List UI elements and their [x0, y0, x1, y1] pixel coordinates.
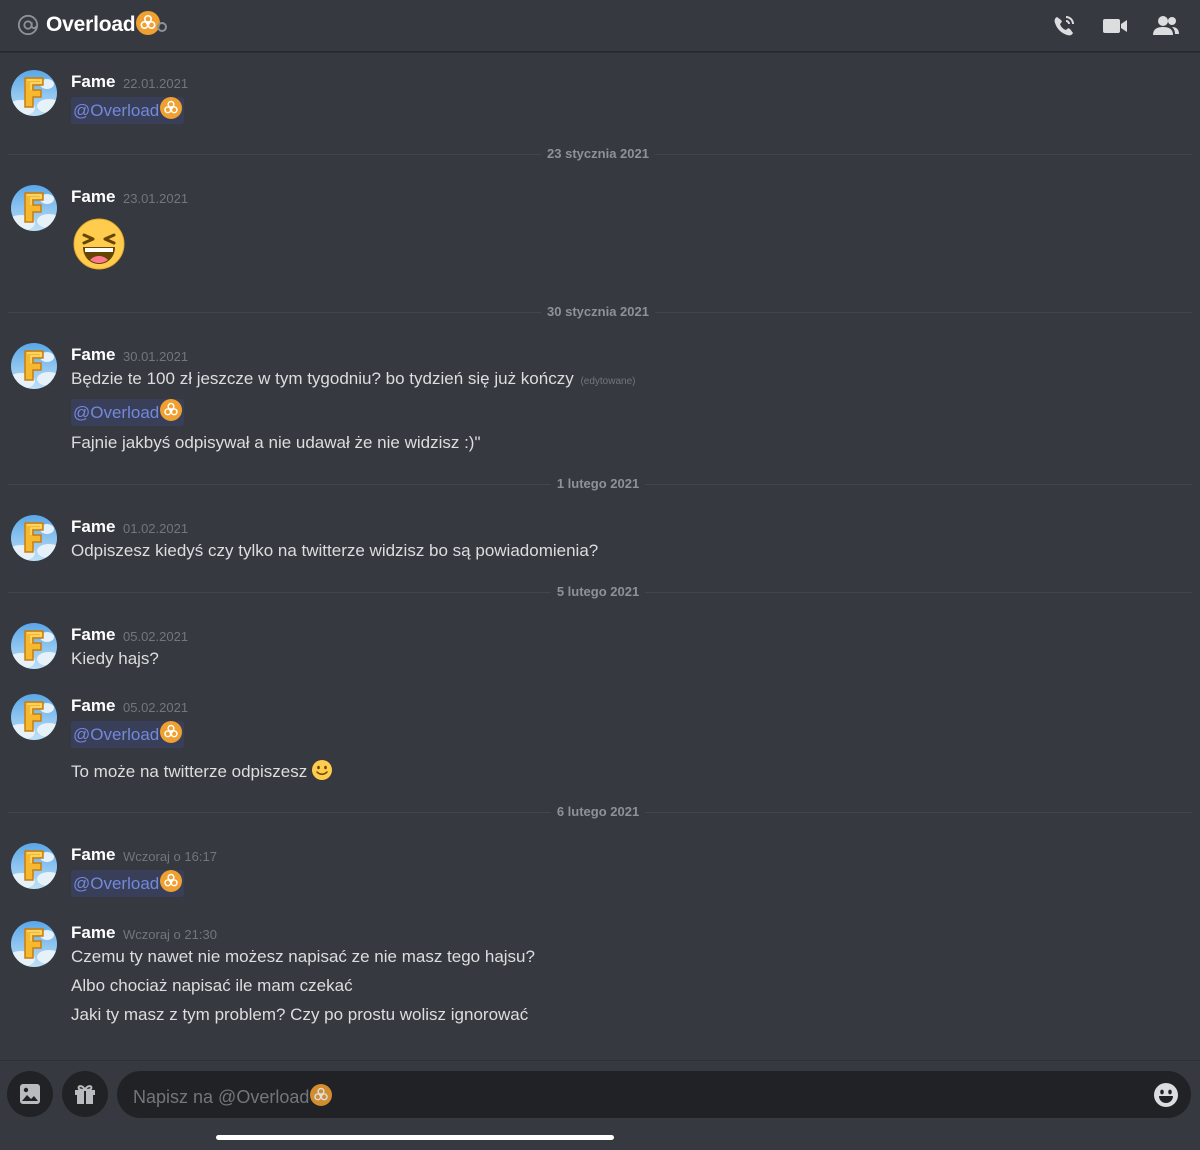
edited-label: (edytowane) [580, 376, 636, 387]
message-input-placeholder: Napisz na @Overload [133, 1084, 333, 1108]
offline-status-dot [157, 22, 167, 32]
message-text: Fajnie jakbyś odpisywał a nie udawał że … [71, 433, 481, 452]
at-icon [17, 14, 39, 36]
biohazard-icon [160, 399, 183, 421]
biohazard-icon [160, 97, 183, 119]
message-text: Kiedy hajs? [71, 649, 159, 668]
channel-title-text: Overload [46, 13, 136, 36]
date-divider-label: 1 lutego 2021 [550, 476, 646, 491]
date-divider-label: 23 stycznia 2021 [541, 146, 655, 161]
avatar[interactable] [11, 343, 57, 389]
message-timestamp: 01.02.2021 [123, 521, 189, 536]
message-author[interactable]: Fame [71, 625, 115, 645]
message-author[interactable]: Fame [71, 696, 115, 716]
home-indicator [216, 1135, 614, 1140]
date-divider-label: 5 lutego 2021 [550, 584, 646, 599]
user-mention[interactable]: @Overload [71, 399, 185, 426]
message-author[interactable]: Fame [71, 517, 115, 537]
message-author[interactable]: Fame [71, 923, 115, 943]
laughing-emoji-icon [73, 218, 125, 270]
avatar[interactable] [11, 921, 57, 967]
avatar[interactable] [11, 694, 57, 740]
message-author[interactable]: Fame [71, 845, 115, 865]
message-text: Będzie te 100 zł jeszcze w tym tygodniu?… [71, 369, 574, 388]
date-divider-label: 6 lutego 2021 [550, 804, 646, 819]
user-mention[interactable]: @Overload [71, 721, 185, 748]
phone-call-icon[interactable] [1051, 13, 1077, 39]
biohazard-icon [160, 870, 183, 892]
message-text: Jaki ty masz z tym problem? Czy po prost… [71, 1005, 529, 1024]
message-text: Czemu ty nawet nie możesz napisać ze nie… [71, 947, 535, 966]
date-divider-label: 30 stycznia 2021 [541, 304, 655, 319]
message-timestamp: 30.01.2021 [123, 349, 189, 364]
avatar[interactable] [11, 843, 57, 889]
message-text: Odpiszesz kiedyś czy tylko na twitterze … [71, 541, 599, 560]
message-text: To może na twitterze odpiszesz [71, 762, 308, 781]
message-timestamp: Wczoraj o 21:30 [123, 927, 217, 942]
upload-image-button[interactable] [7, 1071, 53, 1117]
biohazard-icon [136, 11, 161, 35]
message-author[interactable]: Fame [71, 187, 115, 207]
avatar[interactable] [11, 515, 57, 561]
message-author[interactable]: Fame [71, 345, 115, 365]
message-input[interactable]: Napisz na @Overload [117, 1071, 1191, 1118]
members-icon[interactable] [1152, 13, 1180, 39]
video-call-icon[interactable] [1102, 13, 1128, 39]
message-timestamp: 23.01.2021 [123, 191, 189, 206]
message-timestamp: 05.02.2021 [123, 629, 189, 644]
user-mention[interactable]: @Overload [71, 97, 185, 124]
biohazard-icon [310, 1084, 333, 1106]
channel-title: Overload [46, 11, 161, 37]
gift-button[interactable] [62, 1071, 108, 1117]
user-mention[interactable]: @Overload [71, 870, 185, 897]
slight-smile-emoji-icon [312, 760, 333, 780]
message-author[interactable]: Fame [71, 72, 115, 92]
avatar[interactable] [11, 185, 57, 231]
composer-divider [0, 1060, 1200, 1061]
message-timestamp: 22.01.2021 [123, 76, 189, 91]
avatar[interactable] [11, 70, 57, 116]
message-timestamp: 05.02.2021 [123, 700, 189, 715]
biohazard-icon [160, 721, 183, 743]
message-text: Albo chociaż napisać ile mam czekać [71, 976, 353, 995]
message-timestamp: Wczoraj o 16:17 [123, 849, 217, 864]
channel-header: Overload [0, 0, 1200, 52]
image-icon [20, 1084, 40, 1104]
gift-icon [75, 1085, 95, 1104]
avatar[interactable] [11, 623, 57, 669]
emoji-icon[interactable] [1153, 1082, 1179, 1108]
